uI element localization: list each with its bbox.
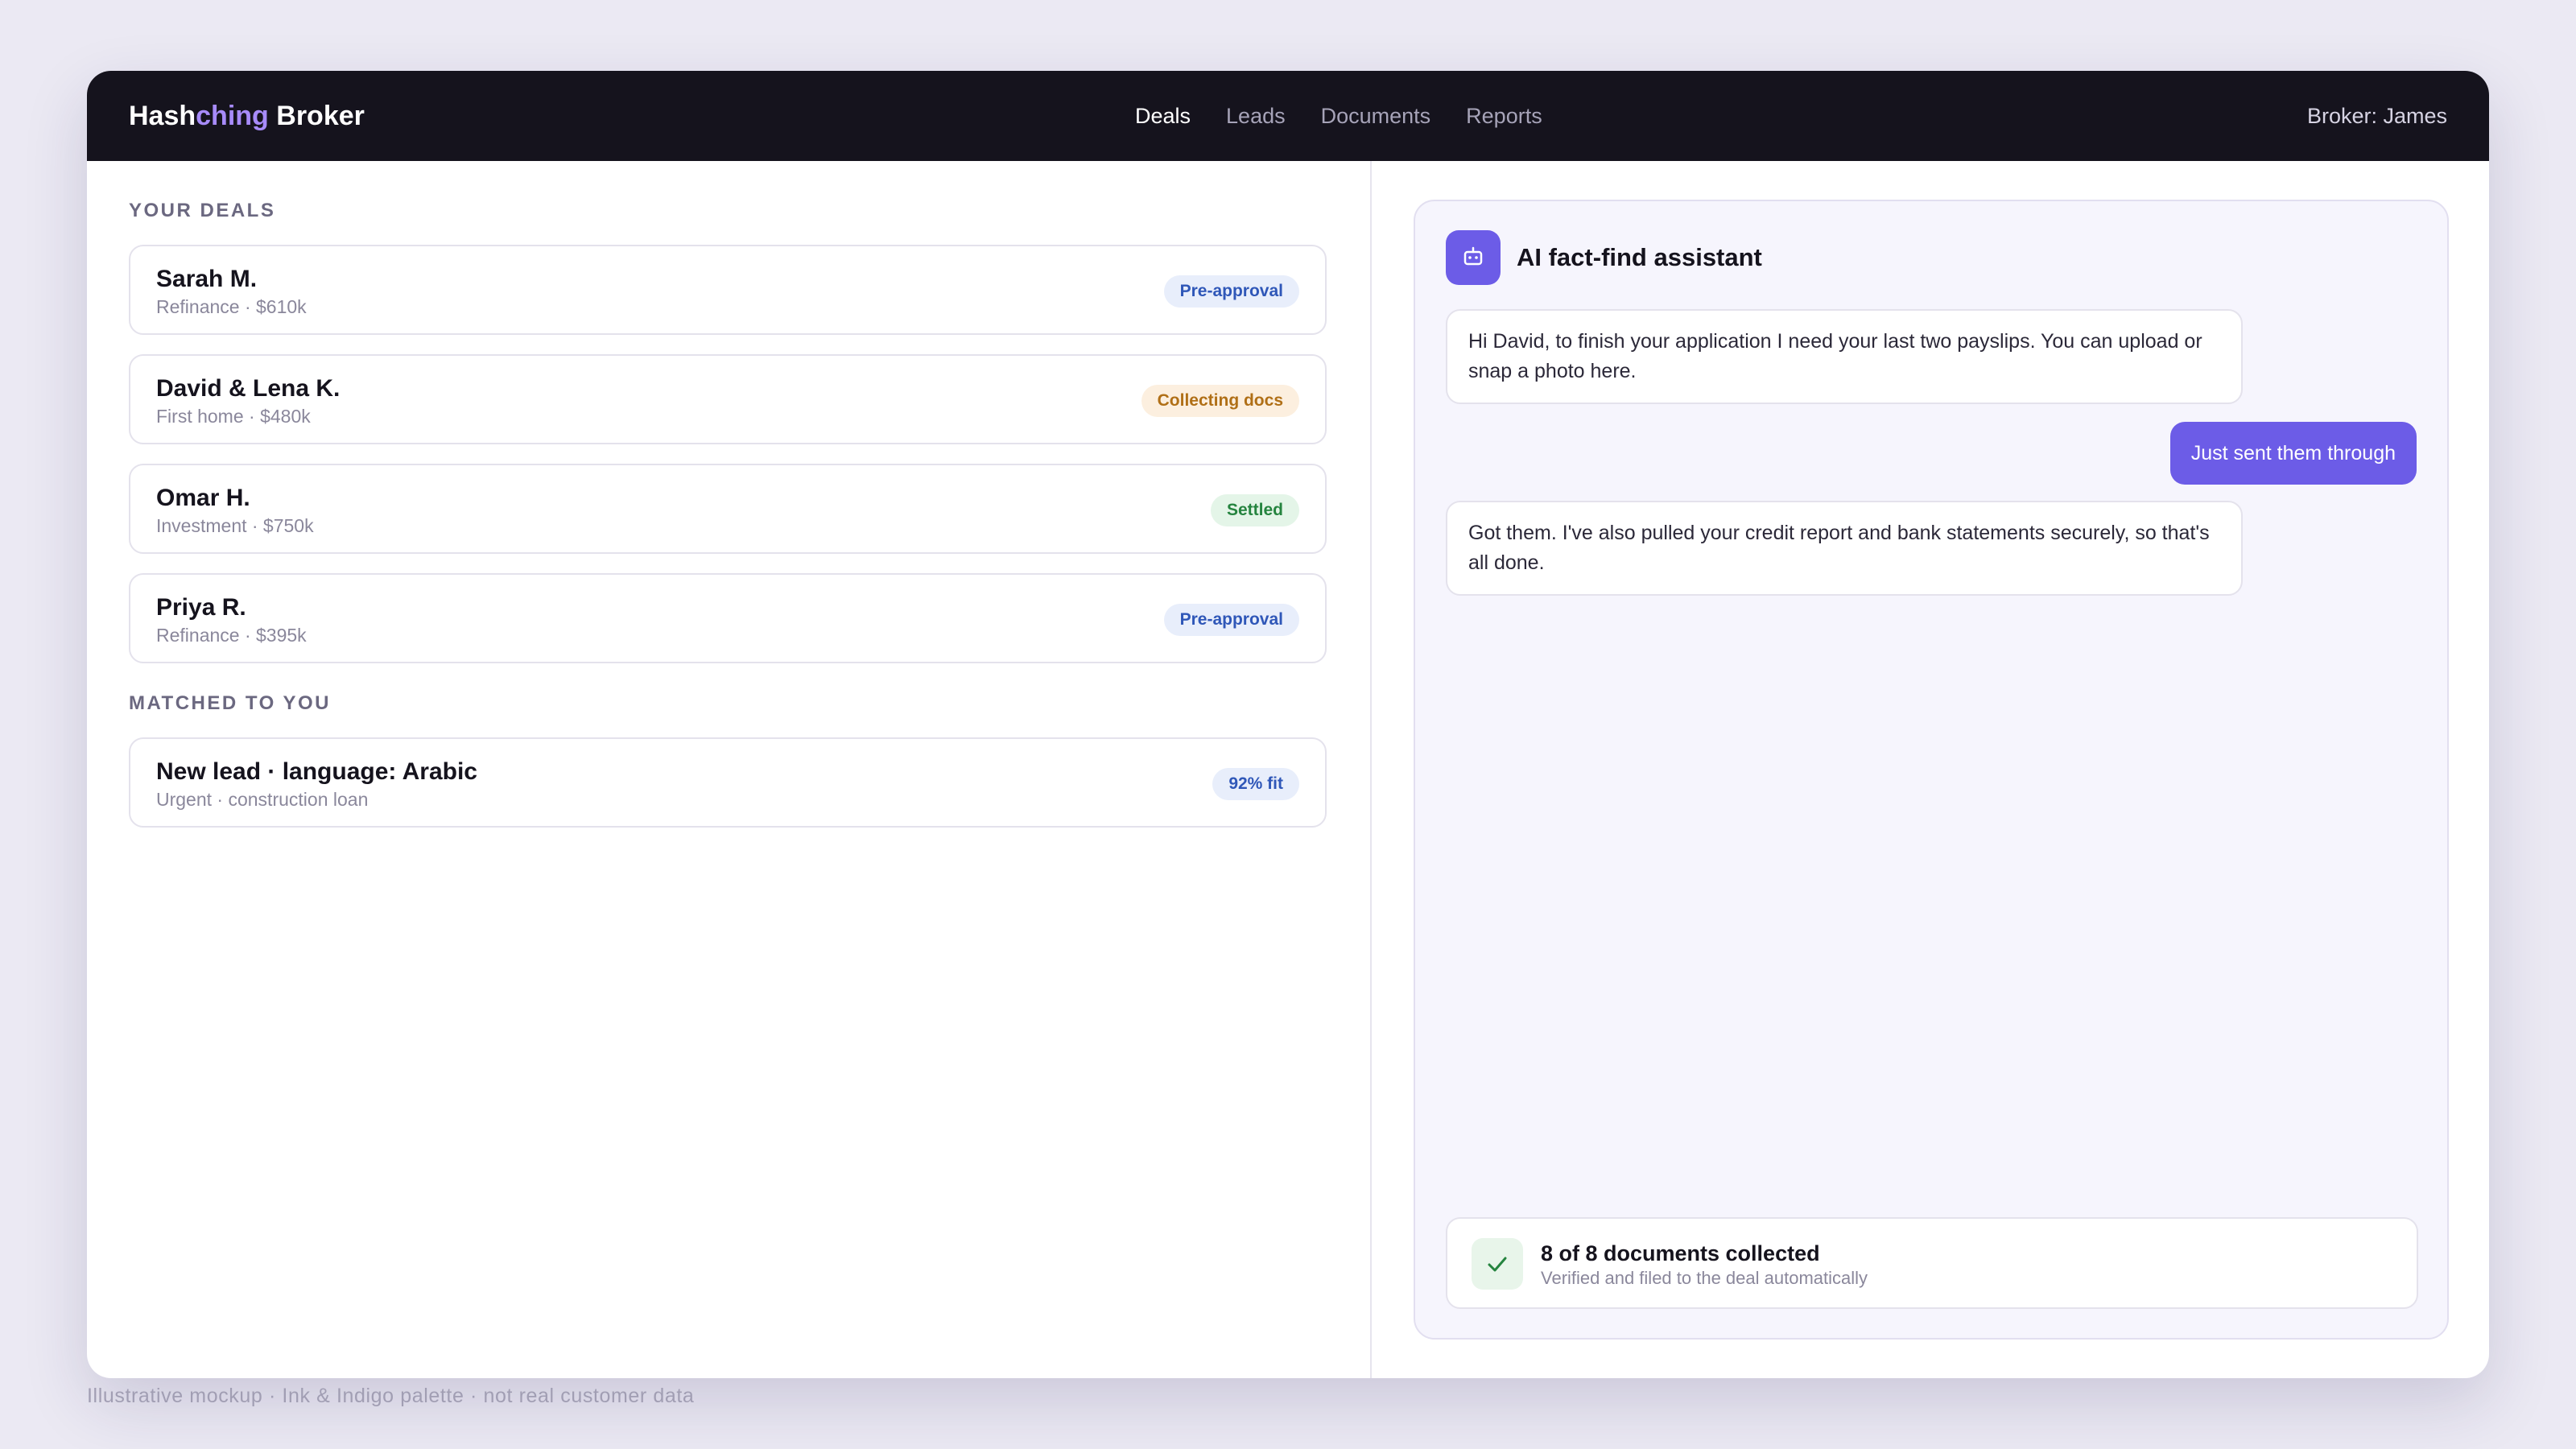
lead-name: New lead · language: Arabic <box>156 758 477 785</box>
assistant-title: AI fact-find assistant <box>1517 243 1762 271</box>
robot-icon <box>1446 230 1501 285</box>
assistant-message: Hi David, to finish your application I n… <box>1446 309 2243 404</box>
deal-detail: Investment · $750k <box>156 515 314 536</box>
deal-card[interactable]: Omar H. Investment · $750k Settled <box>129 464 1327 554</box>
footer-note: Illustrative mockup · Ink & Indigo palet… <box>87 1385 695 1407</box>
deal-name: Sarah M. <box>156 266 258 292</box>
status-badge: Collecting docs <box>1141 385 1299 417</box>
deals-panel: YOUR DEALS Sarah M. Refinance · $610k Pr… <box>87 161 1372 1378</box>
deal-detail: Refinance · $395k <box>156 625 307 646</box>
nav-deals[interactable]: Deals <box>1135 104 1191 129</box>
brand-text-2: Broker <box>268 101 365 131</box>
matched-heading: MATCHED TO YOU <box>129 692 332 714</box>
deal-detail: Refinance · $610k <box>156 296 307 317</box>
assistant-panel: AI fact-find assistant Hi David, to fini… <box>1414 200 2449 1340</box>
brand-text-accent: ching <box>196 101 269 131</box>
user-message: Just sent them through <box>2169 422 2417 485</box>
documents-status-card: 8 of 8 documents collected Verified and … <box>1446 1217 2418 1309</box>
status-badge: Settled <box>1210 494 1299 526</box>
nav-leads[interactable]: Leads <box>1226 104 1286 129</box>
deal-name: David & Lena K. <box>156 375 341 402</box>
brand-logo[interactable]: Hashching Broker <box>129 71 365 161</box>
status-badge: Pre-approval <box>1163 275 1299 308</box>
status-subtitle: Verified and filed to the deal automatic… <box>1541 1268 1868 1288</box>
top-bar: Hashching Broker Deals Leads Documents R… <box>87 71 2489 161</box>
main-nav: Deals Leads Documents Reports <box>1135 71 1542 161</box>
nav-reports[interactable]: Reports <box>1466 104 1542 129</box>
app-window: Hashching Broker Deals Leads Documents R… <box>87 71 2489 1378</box>
checkmark-icon <box>1472 1238 1523 1290</box>
broker-label[interactable]: Broker: James <box>2307 71 2447 161</box>
your-deals-heading: YOUR DEALS <box>129 200 276 221</box>
assistant-message: Got them. I've also pulled your credit r… <box>1446 501 2243 596</box>
brand-text-1: Hash <box>129 101 196 131</box>
lead-detail: Urgent · construction loan <box>156 789 369 810</box>
lead-card[interactable]: New lead · language: Arabic Urgent · con… <box>129 737 1327 828</box>
nav-documents[interactable]: Documents <box>1321 104 1431 129</box>
deal-card[interactable]: Priya R. Refinance · $395k Pre-approval <box>129 573 1327 663</box>
deal-name: Omar H. <box>156 485 250 511</box>
status-title: 8 of 8 documents collected <box>1541 1241 1820 1265</box>
deal-name: Priya R. <box>156 594 246 621</box>
deal-card[interactable]: David & Lena K. First home · $480k Colle… <box>129 354 1327 444</box>
status-badge: Pre-approval <box>1163 604 1299 636</box>
fit-badge: 92% fit <box>1212 768 1299 800</box>
deal-card[interactable]: Sarah M. Refinance · $610k Pre-approval <box>129 245 1327 335</box>
deal-detail: First home · $480k <box>156 406 311 427</box>
